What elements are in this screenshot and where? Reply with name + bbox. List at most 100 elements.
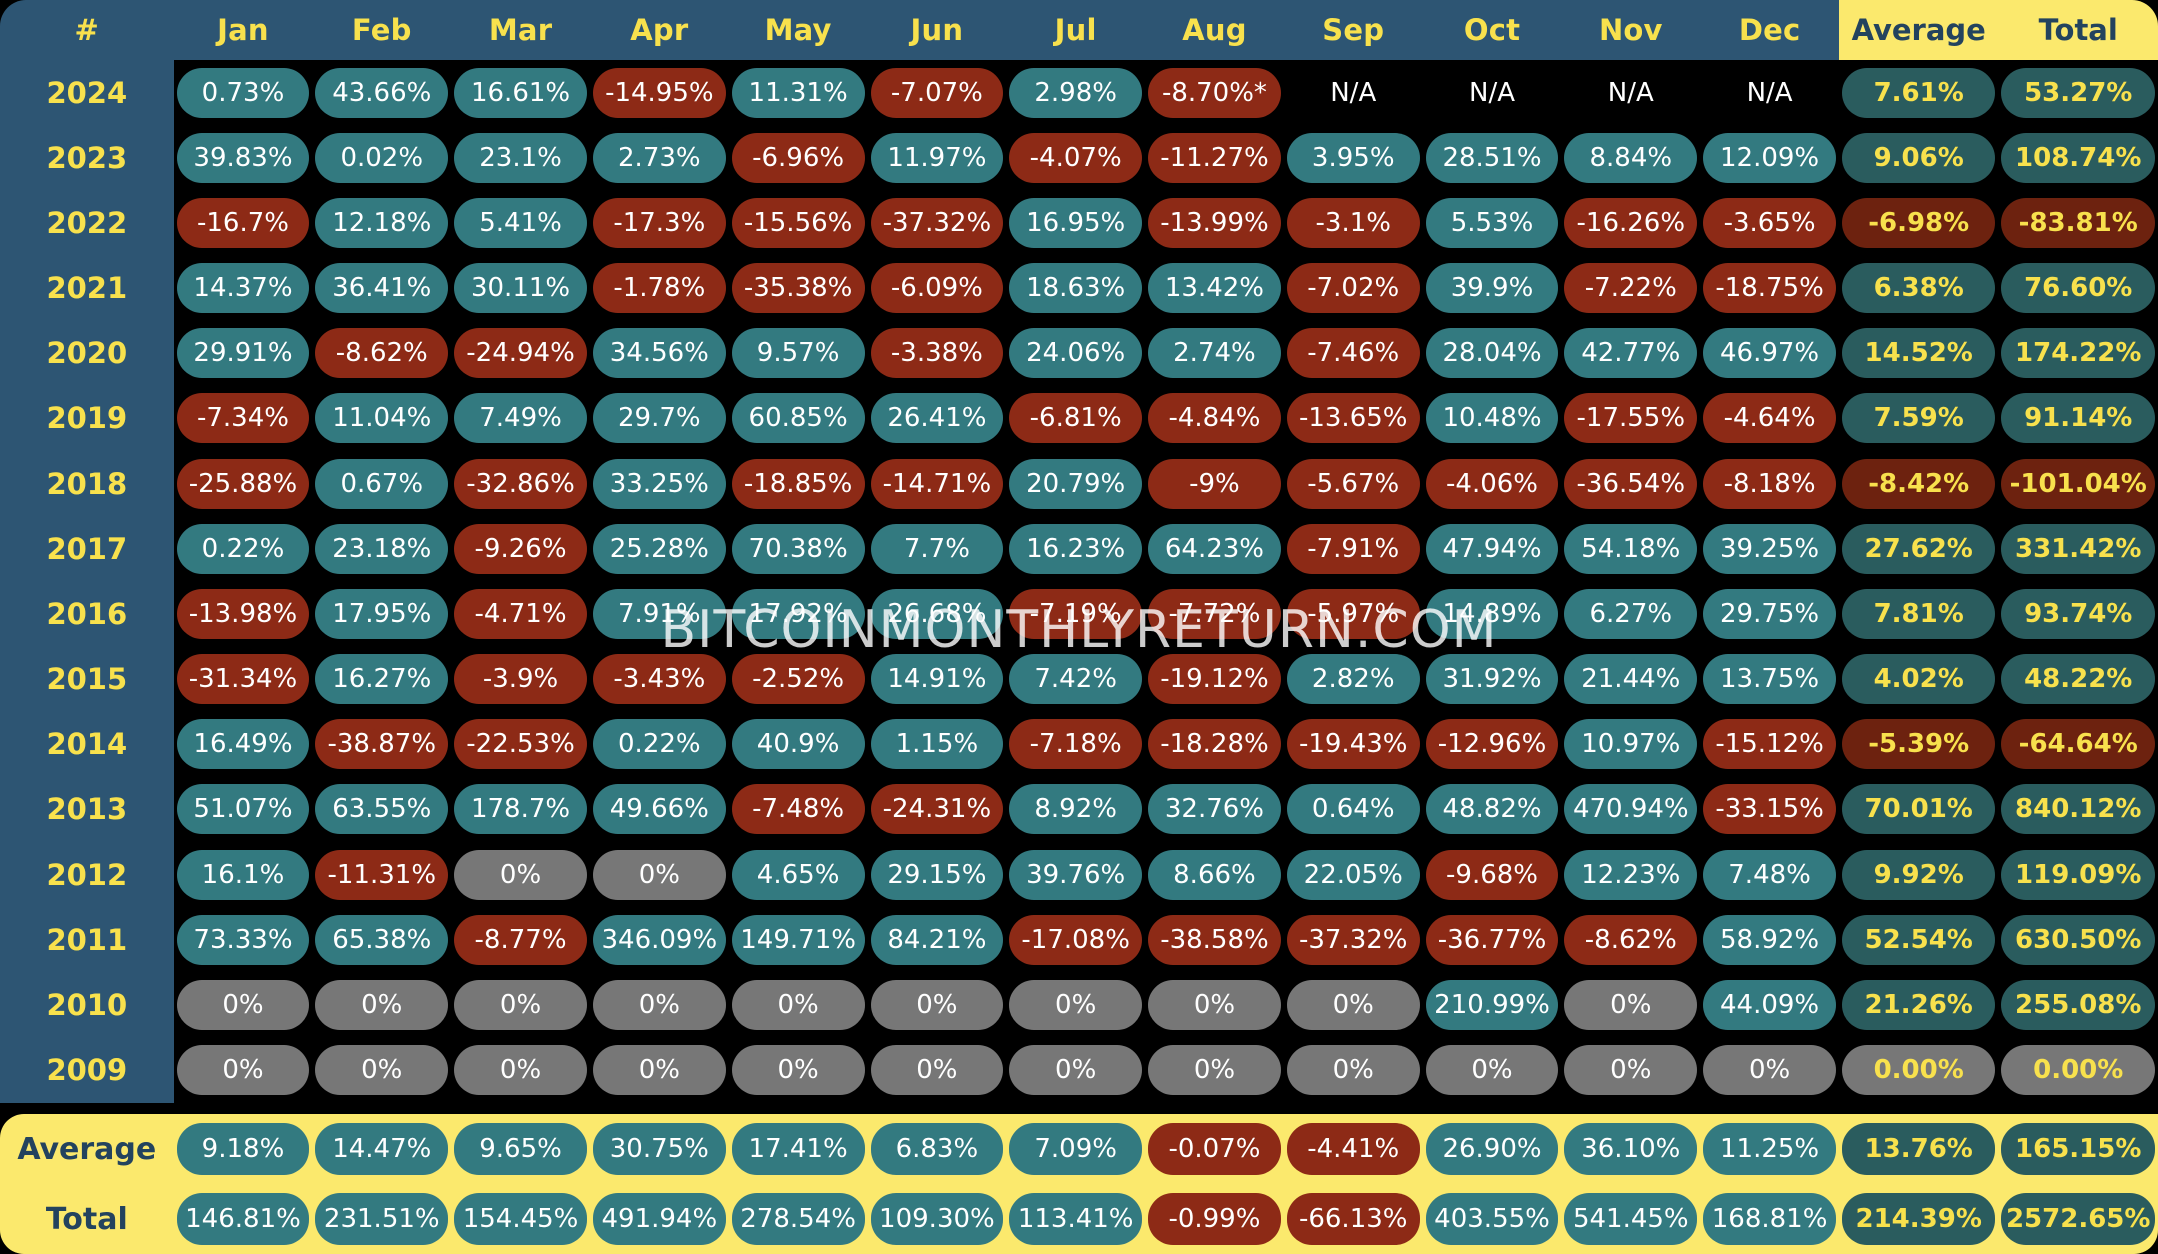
monthly-return-cell: -31.34%	[173, 646, 313, 712]
monthly-return-cell: 6.27%	[1561, 581, 1701, 647]
row-year-label: 2015	[0, 646, 174, 712]
monthly-return-cell: 0%	[1283, 972, 1423, 1038]
return-pill: -1.78%	[592, 263, 726, 314]
monthly-return-cell: -36.54%	[1561, 451, 1701, 517]
summary-row-label: Total	[0, 1184, 174, 1254]
row-year-label: 2018	[0, 451, 174, 517]
monthly-return-cell: -14.71%	[867, 451, 1007, 517]
monthly-return-cell: 25.28%	[589, 516, 729, 582]
summary-pill: 7.09%	[1009, 1123, 1143, 1175]
return-pill: -7.02%	[1286, 263, 1420, 314]
return-pill: -3.1%	[1286, 197, 1420, 248]
return-pill: -6.81%	[1009, 393, 1143, 444]
monthly-return-cell: 29.75%	[1700, 581, 1839, 647]
monthly-return-cell: 0%	[1561, 972, 1701, 1038]
monthly-return-cell: -4.84%	[1145, 385, 1284, 452]
return-pill: 10.97%	[1564, 719, 1698, 770]
summary-pill: 214.39%	[1841, 1193, 1996, 1245]
return-pill: -2.52%	[731, 654, 865, 705]
monthly-return-cell: 17.95%	[312, 581, 452, 647]
monthly-return-cell: 11.97%	[867, 125, 1007, 191]
summary-pill: 52.54%	[1841, 914, 1996, 965]
monthly-return-cell: 0%	[451, 972, 590, 1038]
return-pill: -7.91%	[1286, 523, 1420, 574]
spacer-cell	[0, 1102, 174, 1114]
monthly-return-cell: 11.04%	[312, 385, 452, 452]
monthly-return-cell: -15.12%	[1700, 711, 1839, 777]
return-pill: 0.22%	[176, 523, 310, 574]
return-pill: 39.9%	[1425, 263, 1559, 314]
summary-pill: -83.81%	[2001, 197, 2155, 248]
return-pill: 0%	[315, 1045, 449, 1096]
return-pill: -7.46%	[1286, 328, 1420, 379]
summary-pill: 113.41%	[1009, 1193, 1143, 1245]
monthly-return-cell: 13.42%	[1145, 255, 1284, 321]
summary-pill: -0.99%	[1148, 1193, 1281, 1245]
summary-pill: 6.83%	[870, 1123, 1004, 1175]
monthly-return-cell: N/A	[1283, 60, 1423, 126]
header-row: # Jan Feb Mar Apr May Jun Jul Aug Sep Oc…	[0, 0, 2158, 60]
monthly-return-cell: 54.18%	[1561, 516, 1701, 582]
monthly-return-cell: -7.18%	[1006, 711, 1146, 777]
return-pill: -9%	[1148, 458, 1281, 509]
monthly-return-cell: 0.67%	[312, 451, 452, 517]
summary-pill: 9.06%	[1841, 132, 1996, 183]
return-pill: 0%	[1148, 979, 1281, 1030]
monthly-return-cell: 51.07%	[173, 776, 313, 843]
summary-total-cell: 2572.65%	[1998, 1184, 2158, 1254]
monthly-return-cell: 0%	[1561, 1037, 1701, 1103]
return-pill: 7.91%	[592, 588, 726, 639]
return-pill: 0%	[1148, 1045, 1281, 1096]
monthly-return-cell: 0%	[1422, 1037, 1562, 1103]
row-average-cell: 9.06%	[1838, 125, 1999, 191]
monthly-return-cell: -17.08%	[1006, 907, 1146, 973]
return-pill: 63.55%	[315, 784, 449, 835]
monthly-return-cell: 39.76%	[1006, 842, 1146, 908]
monthly-return-cell: 16.95%	[1006, 190, 1146, 256]
row-year-label: 2010	[0, 972, 174, 1038]
summary-pill: 0.00%	[2001, 1045, 2155, 1096]
return-pill: 0%	[870, 979, 1004, 1030]
return-pill: N/A	[1469, 77, 1516, 108]
monthly-return-cell: 7.42%	[1006, 646, 1146, 712]
monthly-return-cell: -18.85%	[728, 451, 868, 517]
return-pill: -18.28%	[1148, 719, 1281, 770]
monthly-return-cell: 11.31%	[728, 60, 868, 126]
monthly-return-cell: -13.65%	[1283, 385, 1423, 452]
row-total-cell: 93.74%	[1998, 581, 2158, 647]
monthly-return-cell: -9.68%	[1422, 842, 1562, 908]
monthly-return-cell: 0%	[589, 842, 729, 908]
row-average-cell: 7.81%	[1838, 581, 1999, 647]
column-header-jun: Jun	[867, 0, 1007, 60]
monthly-return-cell: 0.64%	[1283, 776, 1423, 843]
row-total-cell: 119.09%	[1998, 842, 2158, 908]
monthly-return-cell: 8.92%	[1006, 776, 1146, 843]
return-pill: -4.71%	[454, 588, 587, 639]
row-total-cell: -101.04%	[1998, 451, 2158, 517]
return-pill: 13.75%	[1703, 654, 1836, 705]
return-pill: -3.38%	[870, 328, 1004, 379]
return-pill: -4.64%	[1703, 393, 1836, 444]
bitcoin-monthly-return-table: # Jan Feb Mar Apr May Jun Jul Aug Sep Oc…	[0, 0, 2158, 1254]
returns-grid: # Jan Feb Mar Apr May Jun Jul Aug Sep Oc…	[0, 0, 2158, 1254]
return-pill: -36.54%	[1564, 458, 1698, 509]
table-row: 2016 -13.98% 17.95% -4.71% 7.91% 17.92% 26.68%…	[0, 581, 2158, 647]
return-pill: -8.77%	[454, 914, 587, 965]
monthly-return-cell: 2.74%	[1145, 320, 1284, 386]
return-pill: -4.07%	[1009, 132, 1143, 183]
monthly-return-cell: 48.82%	[1422, 776, 1562, 843]
return-pill: 11.97%	[870, 132, 1004, 183]
return-pill: 64.23%	[1148, 523, 1281, 574]
return-pill: 29.15%	[870, 849, 1004, 900]
summary-month-cell: 36.10%	[1561, 1114, 1701, 1184]
summary-pill: -4.41%	[1286, 1123, 1420, 1175]
summary-pill: 255.08%	[2001, 979, 2155, 1030]
summary-pill: 9.65%	[454, 1123, 587, 1175]
return-pill: 54.18%	[1564, 523, 1698, 574]
return-pill: -9.68%	[1425, 849, 1559, 900]
return-pill: -15.12%	[1703, 719, 1836, 770]
monthly-return-cell: N/A	[1700, 60, 1839, 126]
summary-pill: 630.50%	[2001, 914, 2155, 965]
summary-month-cell: -0.99%	[1145, 1184, 1284, 1254]
summary-pill: -101.04%	[2001, 458, 2155, 509]
